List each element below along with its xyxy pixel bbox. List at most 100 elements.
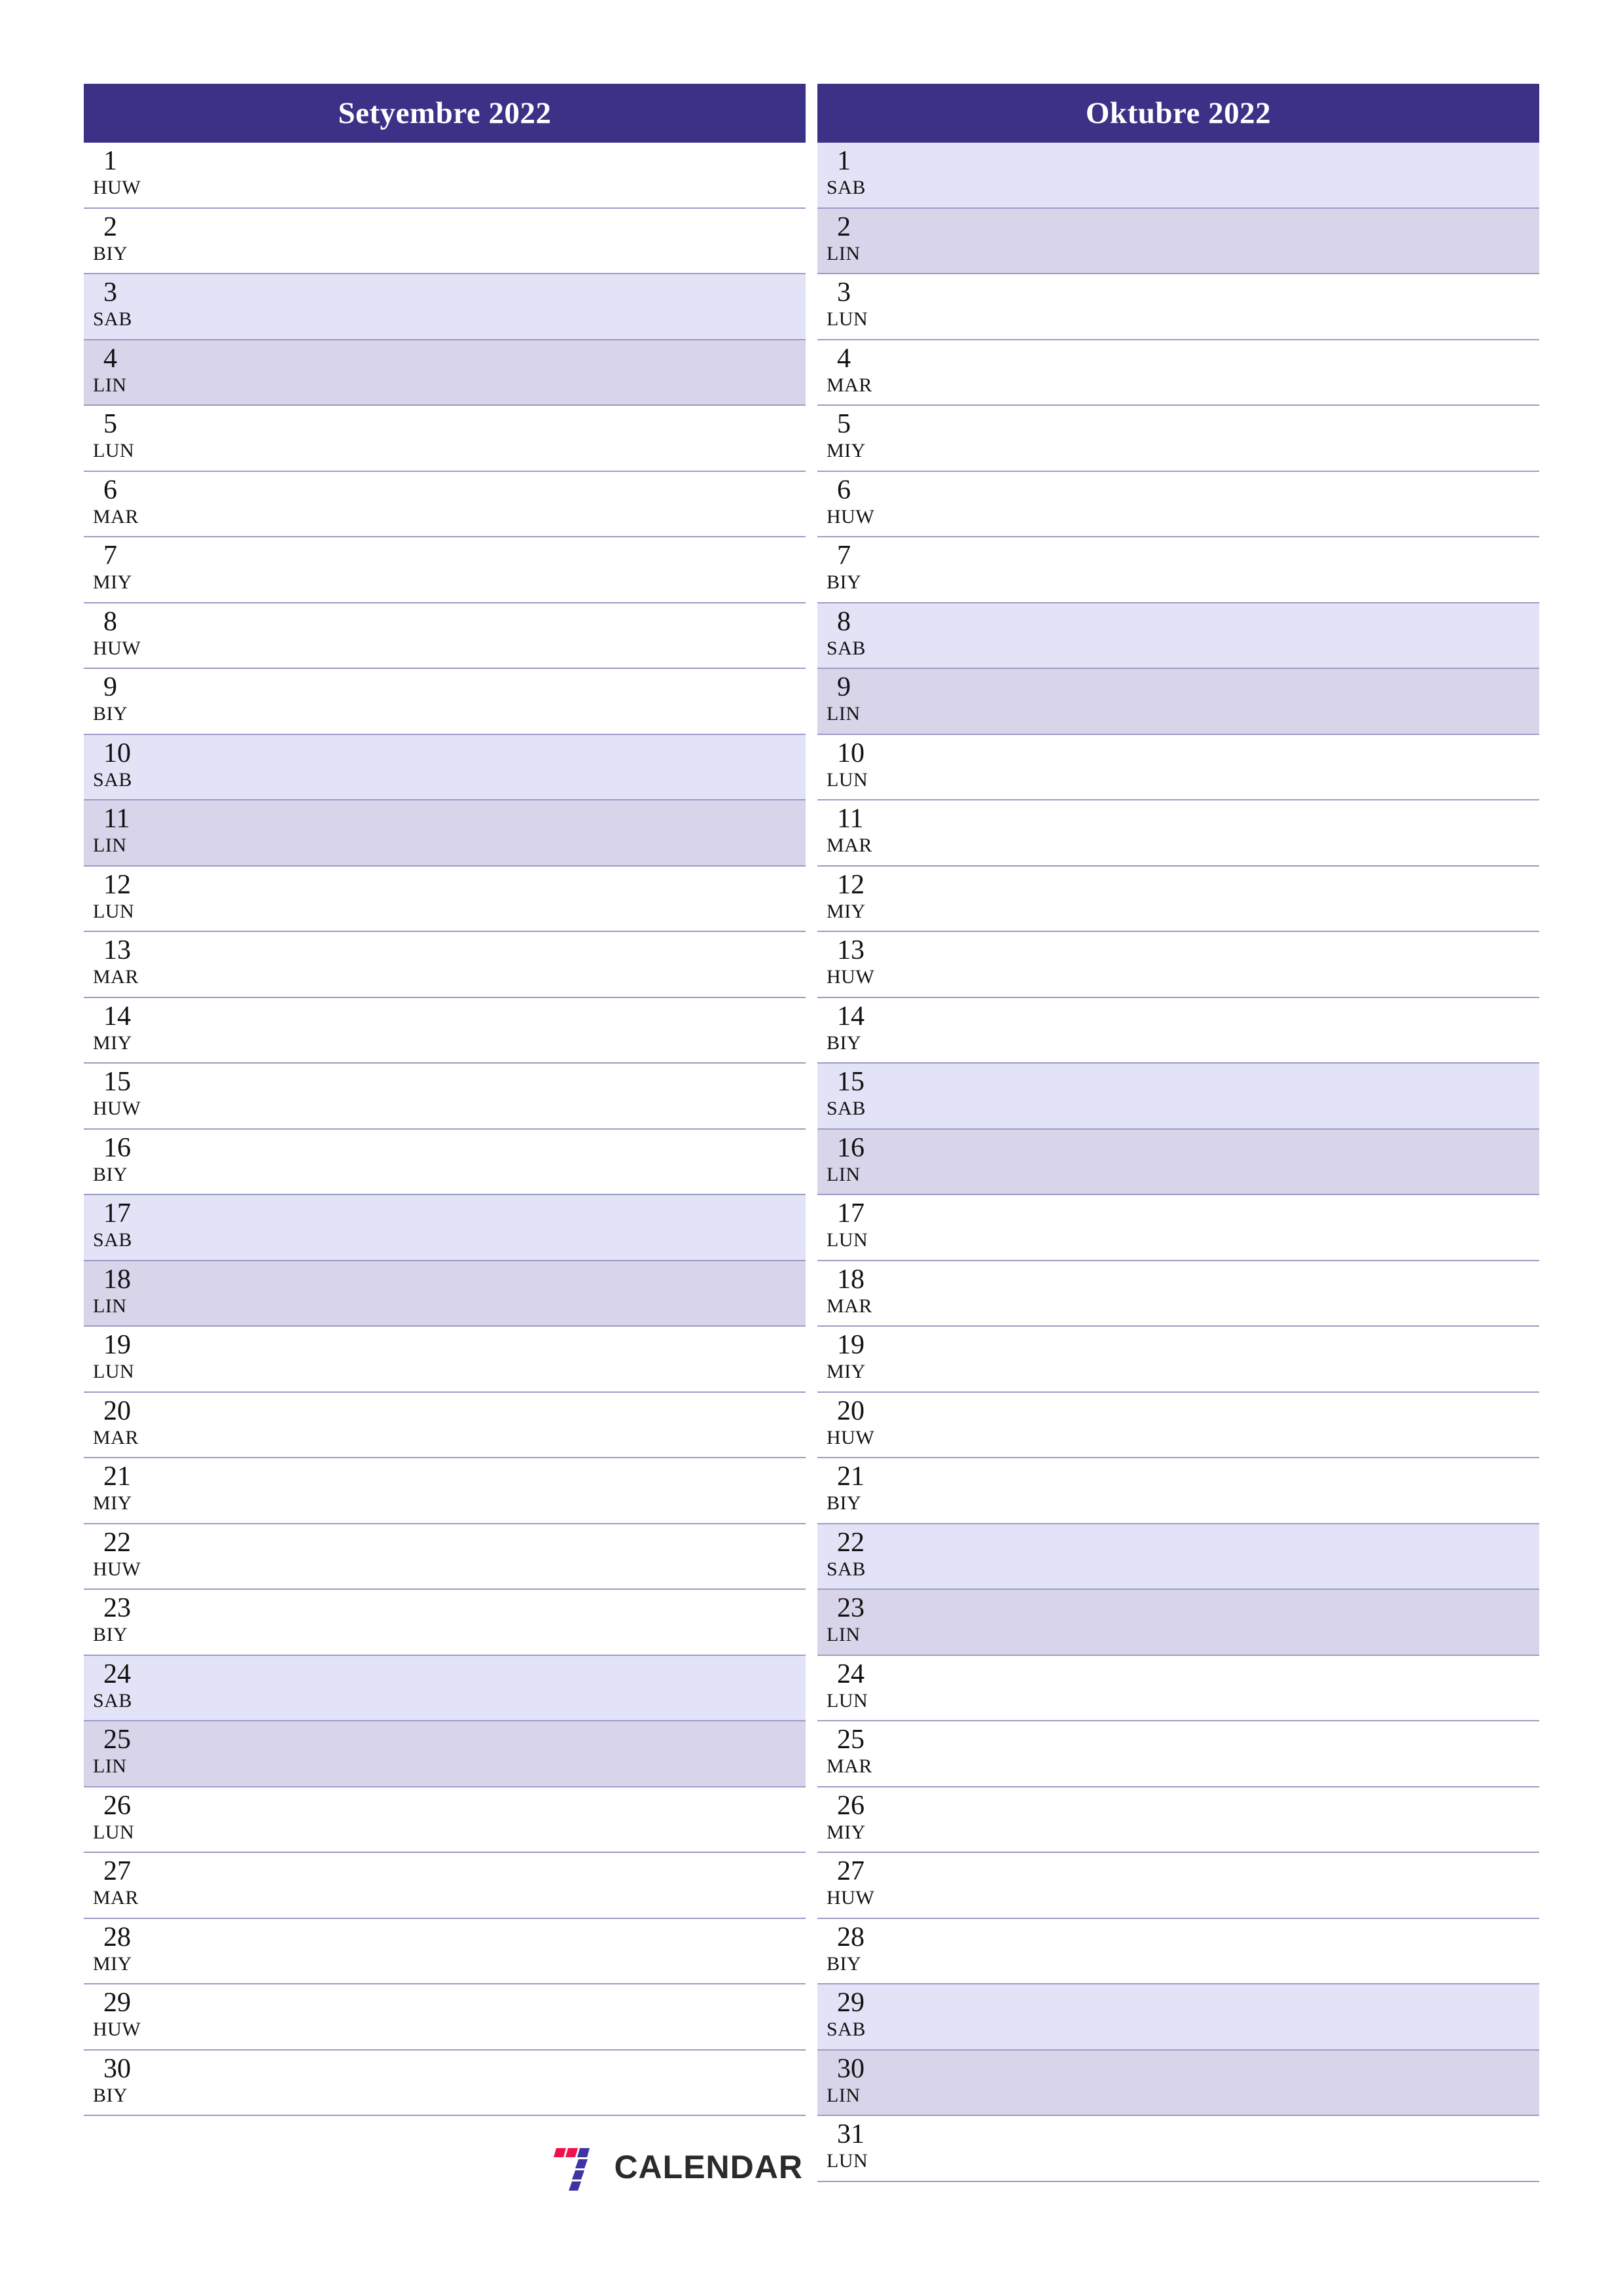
day-row[interactable]: 5 MIY (817, 406, 1539, 472)
day-number: 27 (837, 1856, 865, 1886)
day-number: 21 (837, 1462, 865, 1492)
day-weekday-abbr: BIY (93, 242, 128, 264)
day-weekday-abbr: LUN (827, 2150, 868, 2172)
day-number: 25 (103, 1725, 131, 1755)
day-number: 20 (837, 1395, 865, 1426)
day-weekday-abbr: LUN (93, 900, 135, 922)
day-row[interactable]: 14 MIY (84, 997, 806, 1064)
day-row[interactable]: 15 SAB (817, 1064, 1539, 1130)
day-row[interactable]: 27 HUW (817, 1853, 1539, 1919)
day-row[interactable]: 22 SAB (817, 1524, 1539, 1590)
day-weekday-abbr: BIY (827, 1952, 862, 1975)
day-number: 21 (103, 1462, 131, 1492)
day-row[interactable]: 10 LUN (817, 734, 1539, 800)
day-weekday-abbr: MIY (827, 440, 866, 461)
day-number: 24 (837, 1659, 865, 1689)
planner-page: Setyembre 2022 1 HUW 2 BIY 3 SAB 4 LIN 5 LUN 6 MAR 7… (84, 84, 1539, 2212)
day-row[interactable]: 2 BIY (84, 208, 806, 274)
day-row[interactable]: 20 HUW (817, 1392, 1539, 1458)
day-row[interactable]: 6 HUW (817, 471, 1539, 537)
day-row[interactable]: 9 LIN (817, 669, 1539, 735)
day-weekday-abbr: LUN (827, 308, 868, 330)
day-number: 26 (103, 1790, 131, 1821)
day-row[interactable]: 31 LUN (817, 2116, 1539, 2182)
day-row[interactable]: 7 MIY (84, 537, 806, 603)
day-row[interactable]: 23 BIY (84, 1590, 806, 1656)
day-row[interactable]: 12 MIY (817, 866, 1539, 932)
day-weekday-abbr: BIY (827, 1492, 862, 1514)
day-number: 22 (103, 1527, 131, 1558)
day-row[interactable]: 24 SAB (84, 1655, 806, 1721)
day-row[interactable]: 13 MAR (84, 932, 806, 998)
day-row[interactable]: 17 SAB (84, 1195, 806, 1261)
day-row[interactable]: 20 MAR (84, 1392, 806, 1458)
day-row[interactable]: 12 LUN (84, 866, 806, 932)
day-number: 6 (837, 475, 851, 505)
day-number: 9 (837, 672, 851, 702)
day-number: 14 (103, 1001, 131, 1031)
day-row[interactable]: 16 LIN (817, 1129, 1539, 1195)
day-number: 11 (103, 804, 130, 834)
day-row[interactable]: 9 BIY (84, 669, 806, 735)
day-number: 16 (103, 1132, 131, 1163)
day-weekday-abbr: BIY (93, 1163, 128, 1185)
day-number: 2 (103, 211, 117, 242)
day-row[interactable]: 21 BIY (817, 1458, 1539, 1524)
day-weekday-abbr: SAB (827, 177, 866, 198)
day-row[interactable]: 1 HUW (84, 143, 806, 209)
day-row[interactable]: 30 BIY (84, 2050, 806, 2116)
day-row[interactable]: 3 LUN (817, 274, 1539, 340)
day-row[interactable]: 18 MAR (817, 1261, 1539, 1327)
day-row[interactable]: 24 LUN (817, 1655, 1539, 1721)
day-row[interactable]: 10 SAB (84, 734, 806, 800)
day-row[interactable]: 25 LIN (84, 1721, 806, 1787)
day-weekday-abbr: LUN (827, 1689, 868, 1712)
month-column-september: Setyembre 2022 1 HUW 2 BIY 3 SAB 4 LIN 5 LUN 6 MAR 7… (84, 84, 806, 2212)
day-row[interactable]: 11 LIN (84, 800, 806, 867)
day-row[interactable]: 7 BIY (817, 537, 1539, 603)
day-row[interactable]: 6 MAR (84, 471, 806, 537)
day-row[interactable]: 5 LUN (84, 406, 806, 472)
day-weekday-abbr: MAR (827, 374, 872, 396)
day-number: 19 (103, 1330, 131, 1360)
day-row[interactable]: 8 SAB (817, 603, 1539, 669)
day-row[interactable]: 13 HUW (817, 932, 1539, 998)
day-row[interactable]: 26 LUN (84, 1787, 806, 1853)
day-row[interactable]: 30 LIN (817, 2050, 1539, 2116)
day-row[interactable]: 28 MIY (84, 1918, 806, 1984)
day-row[interactable]: 25 MAR (817, 1721, 1539, 1787)
day-row[interactable]: 19 MIY (817, 1327, 1539, 1393)
day-row[interactable]: 21 MIY (84, 1458, 806, 1524)
day-weekday-abbr: SAB (93, 1689, 132, 1712)
day-row[interactable]: 26 MIY (817, 1787, 1539, 1853)
day-row[interactable]: 17 LUN (817, 1195, 1539, 1261)
day-number: 15 (103, 1067, 131, 1097)
day-row[interactable]: 22 HUW (84, 1524, 806, 1590)
day-number: 24 (103, 1659, 131, 1689)
day-row[interactable]: 15 HUW (84, 1064, 806, 1130)
day-row[interactable]: 23 LIN (817, 1590, 1539, 1656)
day-number: 1 (837, 146, 851, 176)
day-row[interactable]: 4 MAR (817, 340, 1539, 406)
day-row[interactable]: 11 MAR (817, 800, 1539, 867)
day-row[interactable]: 4 LIN (84, 340, 806, 406)
day-row[interactable]: 29 SAB (817, 1984, 1539, 2051)
day-row[interactable]: 3 SAB (84, 274, 806, 340)
day-number: 17 (837, 1198, 865, 1229)
day-row[interactable]: 27 MAR (84, 1853, 806, 1919)
day-row[interactable]: 8 HUW (84, 603, 806, 669)
day-weekday-abbr: LIN (827, 242, 861, 264)
day-number: 12 (103, 869, 131, 900)
day-weekday-abbr: MAR (827, 834, 872, 856)
day-row[interactable]: 1 SAB (817, 143, 1539, 209)
day-row[interactable]: 2 LIN (817, 208, 1539, 274)
day-row[interactable]: 29 HUW (84, 1984, 806, 2051)
day-row[interactable]: 14 BIY (817, 997, 1539, 1064)
day-row[interactable]: 18 LIN (84, 1261, 806, 1327)
day-row[interactable]: 19 LUN (84, 1327, 806, 1393)
day-row[interactable]: 28 BIY (817, 1918, 1539, 1984)
day-row[interactable]: 16 BIY (84, 1129, 806, 1195)
day-weekday-abbr: LIN (93, 1295, 127, 1317)
day-weekday-abbr: LIN (827, 1624, 861, 1645)
day-weekday-abbr: LIN (827, 703, 861, 725)
